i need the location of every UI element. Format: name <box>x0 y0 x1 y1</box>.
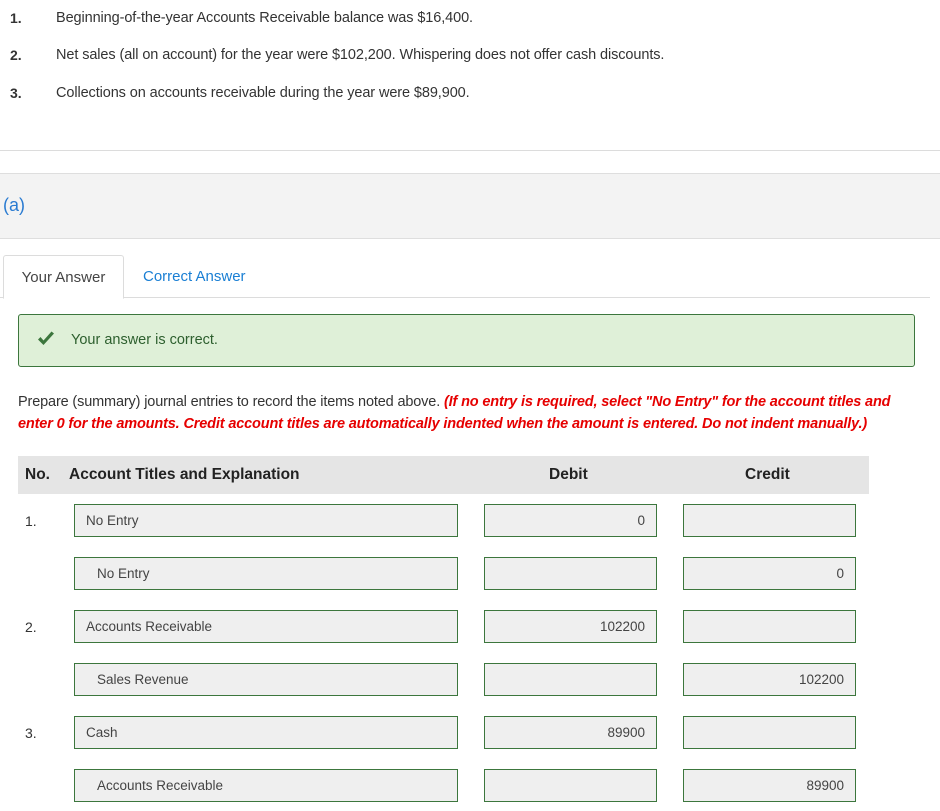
header-debit: Debit <box>549 466 588 483</box>
debit-field[interactable] <box>484 557 657 590</box>
divider <box>0 150 940 151</box>
account-title-field[interactable]: No Entry <box>74 504 458 537</box>
account-title-field[interactable]: No Entry <box>74 557 458 590</box>
debit-field[interactable] <box>484 663 657 696</box>
given-item-number: 1. <box>10 10 22 26</box>
credit-field[interactable] <box>683 610 856 643</box>
entry-number: 1. <box>25 513 37 529</box>
tab-your-answer[interactable]: Your Answer <box>3 255 124 299</box>
debit-field[interactable]: 102200 <box>484 610 657 643</box>
header-credit: Credit <box>745 466 790 483</box>
account-title-field[interactable]: Accounts Receivable <box>74 610 458 643</box>
feedback-correct: Your answer is correct. <box>18 314 915 367</box>
answer-tabs: Your Answer Correct Answer <box>0 255 930 299</box>
credit-field[interactable]: 0 <box>683 557 856 590</box>
header-no: No. <box>25 466 50 483</box>
header-account: Account Titles and Explanation <box>69 466 300 483</box>
part-header: (a) <box>0 173 940 239</box>
instructions: Prepare (summary) journal entries to rec… <box>18 391 923 435</box>
entry-number: 2. <box>25 619 37 635</box>
check-icon <box>38 331 54 345</box>
part-label: (a) <box>3 195 25 215</box>
account-title-field[interactable]: Cash <box>74 716 458 749</box>
journal-table-header: No. Account Titles and Explanation Debit… <box>18 456 869 494</box>
given-item-text: Beginning-of-the-year Accounts Receivabl… <box>56 10 473 26</box>
entry-number: 3. <box>25 725 37 741</box>
tab-correct-answer[interactable]: Correct Answer <box>143 255 246 298</box>
feedback-text: Your answer is correct. <box>71 332 218 348</box>
given-item-number: 2. <box>10 47 22 63</box>
debit-field[interactable]: 0 <box>484 504 657 537</box>
debit-field[interactable] <box>484 769 657 802</box>
account-title-field[interactable]: Accounts Receivable <box>74 769 458 802</box>
credit-field[interactable] <box>683 504 856 537</box>
given-item-text: Net sales (all on account) for the year … <box>56 47 665 63</box>
given-item-number: 3. <box>10 85 22 101</box>
credit-field[interactable]: 102200 <box>683 663 856 696</box>
instructions-text: Prepare (summary) journal entries to rec… <box>18 394 444 410</box>
debit-field[interactable]: 89900 <box>484 716 657 749</box>
given-item-text: Collections on accounts receivable durin… <box>56 85 470 101</box>
credit-field[interactable] <box>683 716 856 749</box>
credit-field[interactable]: 89900 <box>683 769 856 802</box>
account-title-field[interactable]: Sales Revenue <box>74 663 458 696</box>
